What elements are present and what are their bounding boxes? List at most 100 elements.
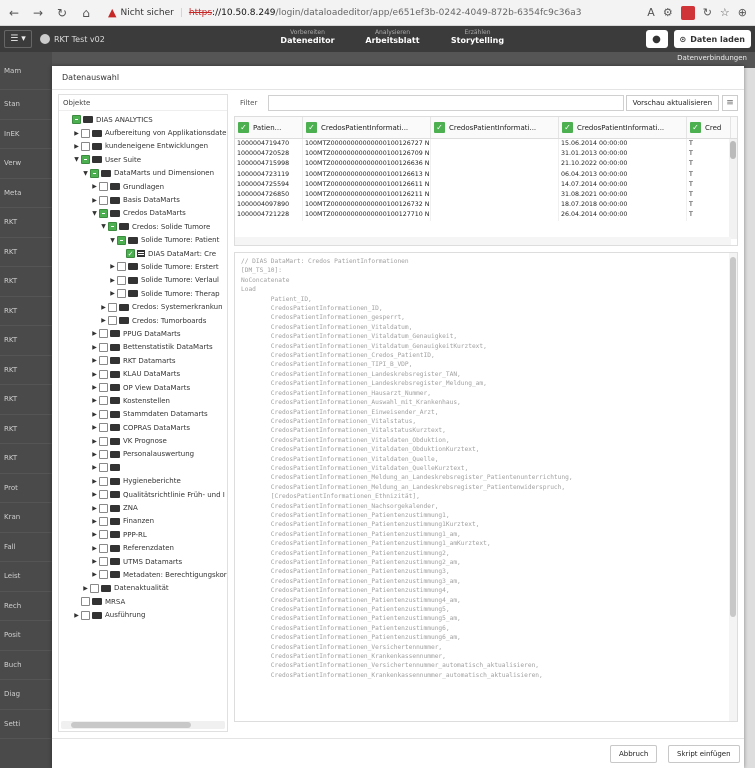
- tree-checkbox[interactable]: [99, 342, 108, 352]
- tree-checkbox[interactable]: [81, 128, 90, 138]
- tree-node[interactable]: DIAS ANALYTICS: [59, 113, 227, 126]
- tree-checkbox[interactable]: [99, 356, 108, 366]
- collapsed-caret-icon[interactable]: ▶: [90, 384, 99, 391]
- script-scroll-thumb[interactable]: [730, 257, 736, 617]
- tree-checkbox[interactable]: [117, 262, 126, 272]
- expanded-caret-icon[interactable]: ▼: [99, 223, 108, 230]
- extension-badge-icon[interactable]: [680, 5, 695, 20]
- tree-node[interactable]: ▼ DataMarts und Dimensionen: [59, 167, 227, 180]
- column-checkbox-icon[interactable]: ✓: [562, 122, 573, 133]
- refresh-preview-button[interactable]: Vorschau aktualisieren: [625, 95, 719, 111]
- tree-checkbox[interactable]: [99, 530, 108, 540]
- tree-node[interactable]: ▶ OP View DataMarts: [59, 381, 227, 394]
- tree-node[interactable]: ▶ Referenzdaten: [59, 542, 227, 555]
- collapsed-caret-icon[interactable]: ▶: [90, 183, 99, 190]
- grid-horizontal-scrollbar[interactable]: [235, 237, 731, 245]
- tree-checkbox[interactable]: [99, 516, 108, 526]
- collapsed-caret-icon[interactable]: ▶: [90, 424, 99, 431]
- tree-node[interactable]: ▶ VK Prognose: [59, 434, 227, 447]
- collapsed-caret-icon[interactable]: ▶: [72, 143, 81, 150]
- tree-checkbox[interactable]: [99, 557, 108, 567]
- collapsed-caret-icon[interactable]: ▶: [90, 464, 99, 471]
- tree-node[interactable]: ▶ Credos: Systemerkrankun: [59, 300, 227, 313]
- collapsed-caret-icon[interactable]: ▶: [90, 344, 99, 351]
- tree-checkbox[interactable]: [99, 409, 108, 419]
- tree-node[interactable]: ▼ Credos: Solide Tumore: [59, 220, 227, 233]
- tree-scroll-thumb[interactable]: [71, 722, 191, 728]
- tree-node[interactable]: ▶ Finanzen: [59, 515, 227, 528]
- tree-checkbox[interactable]: [117, 235, 126, 245]
- tree-checkbox[interactable]: [90, 168, 99, 178]
- tree-node[interactable]: ▶ PPP-RL: [59, 528, 227, 541]
- tree-node[interactable]: ▶ Personalauswertung: [59, 448, 227, 461]
- tree-node[interactable]: ▶ Metadaten: Berechtigungskor: [59, 568, 227, 581]
- back-icon[interactable]: ←: [4, 3, 24, 23]
- tree-node[interactable]: ▶ Ausführung: [59, 608, 227, 621]
- tree-node[interactable]: ▶ kundeneigene Entwicklungen: [59, 140, 227, 153]
- collapsed-caret-icon[interactable]: ▶: [90, 518, 99, 525]
- cancel-button[interactable]: Abbruch: [610, 745, 658, 763]
- address-bar[interactable]: ▲ Nicht sicher | https://10.50.8.249/log…: [102, 3, 641, 23]
- tree-checkbox[interactable]: [90, 583, 99, 593]
- tree-checkbox[interactable]: [99, 476, 108, 486]
- column-checkbox-icon[interactable]: ✓: [306, 122, 317, 133]
- collapsed-caret-icon[interactable]: ▶: [90, 478, 99, 485]
- tree-checkbox[interactable]: [99, 208, 108, 218]
- collapsed-caret-icon[interactable]: ▶: [99, 304, 108, 311]
- tree-node[interactable]: ✓ DIAS DataMart: Cre: [59, 247, 227, 260]
- tree-checkbox[interactable]: [99, 463, 108, 473]
- collapsed-caret-icon[interactable]: ▶: [108, 290, 117, 297]
- tree-checkbox[interactable]: [99, 423, 108, 433]
- tree-node[interactable]: ▶ Basis DataMarts: [59, 193, 227, 206]
- expanded-caret-icon[interactable]: ▼: [81, 170, 90, 177]
- column-checkbox-icon[interactable]: ✓: [434, 122, 445, 133]
- collapsed-caret-icon[interactable]: ▶: [90, 558, 99, 565]
- tree-checkbox[interactable]: [99, 195, 108, 205]
- collapsed-caret-icon[interactable]: ▶: [90, 371, 99, 378]
- tree-node[interactable]: ▶ Hygieneberichte: [59, 475, 227, 488]
- grid-column-header[interactable]: ✓ Cred: [687, 117, 731, 138]
- tree-checkbox[interactable]: [117, 275, 126, 285]
- tree-node[interactable]: ▶ UTMS Datamarts: [59, 555, 227, 568]
- tree-checkbox[interactable]: [108, 222, 117, 232]
- tree-node[interactable]: ▶ RKT Datamarts: [59, 354, 227, 367]
- collapsed-caret-icon[interactable]: ▶: [90, 505, 99, 512]
- tree-node[interactable]: ▶ COPRAS DataMarts: [59, 421, 227, 434]
- tree-checkbox[interactable]: [117, 289, 126, 299]
- tree-node[interactable]: ▶ Bettenstatistik DataMarts: [59, 341, 227, 354]
- tree-node[interactable]: ▶ Credos: Tumorboards: [59, 314, 227, 327]
- tree-node[interactable]: ▶ Grundlagen: [59, 180, 227, 193]
- tree-checkbox[interactable]: [99, 396, 108, 406]
- collapsed-caret-icon[interactable]: ▶: [90, 357, 99, 364]
- collapsed-caret-icon[interactable]: ▶: [90, 451, 99, 458]
- grid-column-header[interactable]: ✓ Patien...: [235, 117, 303, 138]
- collapsed-caret-icon[interactable]: ▶: [99, 317, 108, 324]
- extensions-icon[interactable]: ⚙: [663, 6, 673, 19]
- filter-input[interactable]: [268, 95, 624, 111]
- collapsed-caret-icon[interactable]: ▶: [90, 411, 99, 418]
- grid-vertical-scrollbar[interactable]: [729, 139, 737, 239]
- collapsed-caret-icon[interactable]: ▶: [72, 612, 81, 619]
- tree-node[interactable]: ▼ Solide Tumore: Patient: [59, 234, 227, 247]
- tree-node[interactable]: ▶ Aufbereitung von Applikationsdaten: [59, 126, 227, 139]
- collapsed-caret-icon[interactable]: ▶: [90, 491, 99, 498]
- tree-checkbox[interactable]: [81, 141, 90, 151]
- collections-icon[interactable]: ⊕: [738, 6, 747, 19]
- collapsed-caret-icon[interactable]: ▶: [90, 531, 99, 538]
- collapsed-caret-icon[interactable]: ▶: [108, 277, 117, 284]
- collapsed-caret-icon[interactable]: ▶: [90, 330, 99, 337]
- tree-checkbox[interactable]: [99, 182, 108, 192]
- tree-checkbox[interactable]: [99, 383, 108, 392]
- collapsed-caret-icon[interactable]: ▶: [90, 397, 99, 404]
- tab-analyze[interactable]: Analysieren Arbeitsblatt: [350, 26, 435, 52]
- load-data-button[interactable]: ⊙ Daten laden: [673, 30, 751, 48]
- tree-checkbox[interactable]: [99, 449, 108, 459]
- grid-column-header[interactable]: ✓ CredosPatientInformati...: [559, 117, 687, 138]
- tree-node[interactable]: ▶ ZNA: [59, 501, 227, 514]
- grid-column-header[interactable]: ✓ CredosPatientInformati...: [303, 117, 431, 138]
- tree-checkbox[interactable]: [81, 155, 90, 165]
- tree-checkbox[interactable]: ✓: [126, 249, 135, 259]
- tree-checkbox[interactable]: [99, 570, 108, 580]
- tree-checkbox[interactable]: [99, 369, 108, 379]
- grid-scroll-thumb[interactable]: [730, 141, 736, 159]
